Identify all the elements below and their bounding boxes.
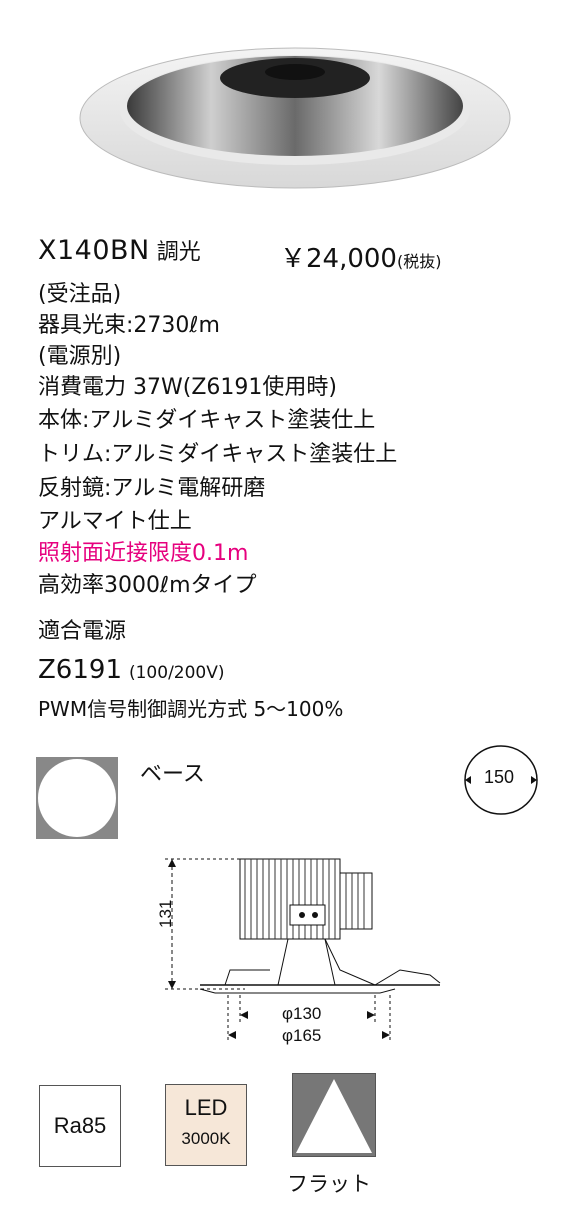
distance-limit: 照射面近接限度0.1m	[38, 541, 249, 566]
price-note: (税抜)	[396, 252, 442, 271]
body-spec: 本体:アルミダイキャスト塗装仕上	[38, 408, 376, 433]
model-number: X140BN	[38, 235, 150, 266]
power-supply-voltage: (100/200V)	[128, 663, 225, 683]
power-supply-label: 適合電源	[38, 619, 127, 644]
price: ￥24,000(税抜)	[280, 238, 441, 275]
inner-diameter-label: φ130	[282, 1004, 322, 1023]
power-supply-model: Z6191	[38, 655, 122, 685]
lumen-spec: 器具光束:2730ℓm	[38, 313, 220, 338]
power-spec: 消費電力 37W(Z6191使用時)	[38, 375, 337, 400]
ra-badge: Ra85	[39, 1085, 121, 1167]
base-icon	[36, 757, 118, 839]
beam-label: フラット	[287, 1172, 371, 1196]
ra-value: Ra85	[53, 1113, 107, 1138]
price-value: ￥24,000	[280, 244, 397, 274]
base-label: ベース	[140, 762, 205, 787]
reflector-spec: 反射鏡:アルミ電解研磨	[38, 476, 266, 501]
power-note: (電源別)	[38, 344, 122, 369]
type-spec: 高効率3000ℓmタイプ	[38, 573, 257, 598]
circle-icon	[38, 759, 116, 837]
model-line: X140BN 調光	[38, 236, 201, 267]
led-temp: 3000K	[181, 1129, 231, 1148]
led-label: LED	[184, 1095, 228, 1120]
trim-spec: トリム:アルミダイキャスト塗装仕上	[38, 442, 398, 467]
model-suffix: 調光	[156, 240, 201, 265]
dimming-spec: PWM信号制御調光方式 5〜100%	[38, 697, 344, 721]
cutout-value: 150	[484, 767, 515, 787]
outer-diameter-label: φ165	[282, 1026, 322, 1045]
order-note: (受注品)	[38, 282, 122, 307]
beam-icon	[292, 1073, 376, 1157]
height-label: 131	[156, 899, 175, 928]
product-image	[79, 47, 511, 189]
power-supply-line: Z6191 (100/200V)	[38, 656, 225, 688]
led-badge: LED 3000K	[165, 1084, 247, 1166]
reflector-finish: アルマイト仕上	[38, 509, 192, 534]
